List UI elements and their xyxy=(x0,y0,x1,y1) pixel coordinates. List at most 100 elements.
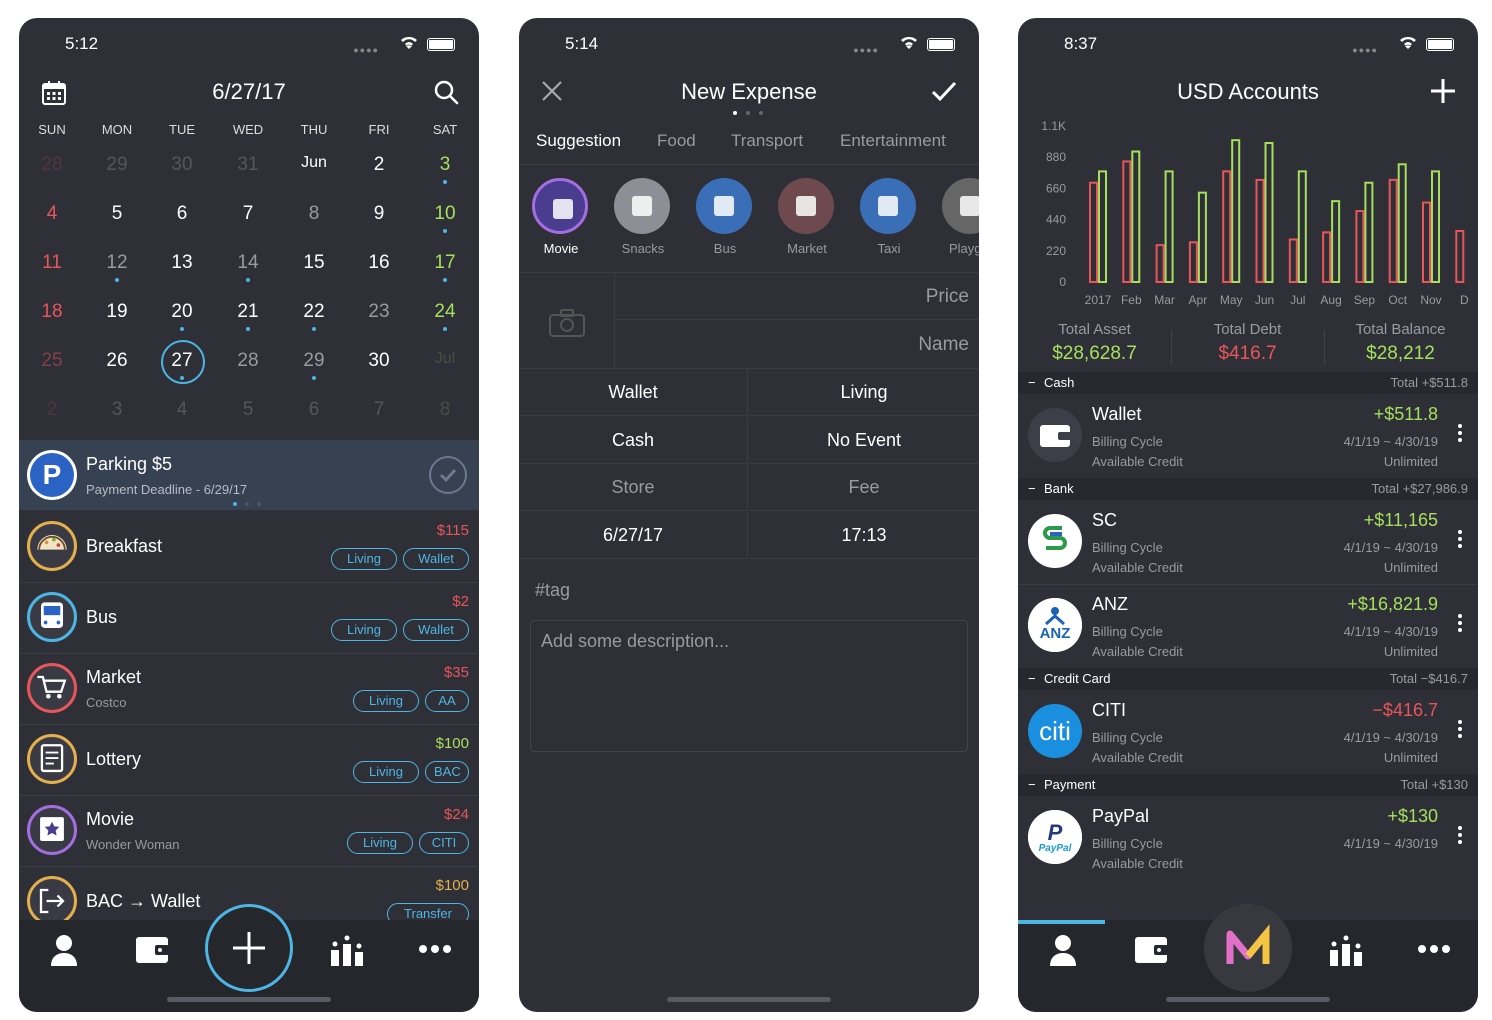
kebab-menu-icon[interactable] xyxy=(1458,614,1462,635)
field-cell[interactable]: Store xyxy=(519,464,748,511)
description-input[interactable]: Add some description... xyxy=(530,620,968,752)
bar-asset[interactable] xyxy=(1264,142,1274,283)
account-row[interactable]: Wallet Billing Cycle Available Credit +$511… xyxy=(1018,394,1478,478)
bar-asset[interactable] xyxy=(1331,200,1341,283)
calendar-day[interactable]: 23 xyxy=(349,301,409,323)
calendar-day[interactable]: 16 xyxy=(349,252,409,274)
bar-asset[interactable] xyxy=(1164,170,1174,283)
section-header-credit-card[interactable]: − Credit Card Total −$416.7 xyxy=(1018,668,1478,690)
calendar-day[interactable]: 22 xyxy=(284,301,344,323)
tab-suggestion[interactable]: Suggestion xyxy=(536,131,621,151)
profile-icon[interactable] xyxy=(49,934,79,966)
calendar-day[interactable]: 2 xyxy=(22,399,82,421)
transaction-row[interactable]: Breakfast $115 Wallet Living xyxy=(19,512,479,582)
more-icon[interactable] xyxy=(419,944,451,954)
transaction-row[interactable]: Bus $2 Wallet Living xyxy=(19,583,479,653)
calendar-day[interactable]: 26 xyxy=(87,350,147,372)
calendar-day[interactable]: 29 xyxy=(87,154,147,176)
category-snacks[interactable]: Snacks xyxy=(614,178,672,268)
stats-icon[interactable] xyxy=(1330,934,1362,966)
bar-debt[interactable] xyxy=(1288,238,1298,283)
calendar-day[interactable]: 18 xyxy=(22,301,82,323)
price-input[interactable]: Price xyxy=(616,273,979,320)
bar-debt[interactable] xyxy=(1122,160,1132,283)
stats-icon[interactable] xyxy=(331,934,363,966)
tag-badge[interactable]: Living xyxy=(347,832,413,854)
tab-food[interactable]: Food xyxy=(657,131,696,151)
wallet-icon[interactable] xyxy=(1134,934,1168,964)
tag-badge[interactable]: Wallet xyxy=(403,619,469,641)
account-row[interactable]: SC Billing Cycle Available Credit +$11,165 4… xyxy=(1018,500,1478,584)
search-icon[interactable] xyxy=(433,79,459,105)
tab-transport[interactable]: Transport xyxy=(731,131,803,151)
section-header-cash[interactable]: − Cash Total +$511.8 xyxy=(1018,372,1478,394)
kebab-menu-icon[interactable] xyxy=(1458,424,1462,445)
camera-button[interactable] xyxy=(519,273,615,369)
calendar-day[interactable]: 21 xyxy=(218,301,278,323)
category-market[interactable]: Market xyxy=(778,178,836,268)
bar-debt[interactable] xyxy=(1355,210,1365,283)
tag-badge[interactable]: Living xyxy=(353,690,419,712)
transaction-row[interactable]: Lottery $100 BAC Living xyxy=(19,725,479,795)
calendar-day[interactable]: 15 xyxy=(284,252,344,274)
calendar-day[interactable]: 14 xyxy=(218,252,278,274)
bar-debt[interactable] xyxy=(1422,201,1431,283)
name-input[interactable]: Name xyxy=(616,321,979,368)
bar-debt[interactable] xyxy=(1255,178,1265,283)
calendar-title[interactable]: 6/27/17 xyxy=(19,79,479,105)
calendar-day[interactable]: 25 xyxy=(22,350,82,372)
category-taxi[interactable]: Taxi xyxy=(860,178,918,268)
field-cell[interactable]: Fee xyxy=(749,464,979,511)
calendar-day[interactable]: 4 xyxy=(22,203,82,225)
tag-input[interactable]: #tag xyxy=(535,580,570,601)
field-cell[interactable]: Cash xyxy=(519,416,748,464)
calendar-day[interactable]: 12 xyxy=(87,252,147,274)
tab-entertainment[interactable]: Entertainment xyxy=(840,131,946,151)
kebab-menu-icon[interactable] xyxy=(1458,826,1462,847)
calendar-day[interactable]: 19 xyxy=(87,301,147,323)
calendar-day[interactable]: 30 xyxy=(349,350,409,372)
bar-asset[interactable] xyxy=(1197,191,1207,283)
calendar-day[interactable]: 6 xyxy=(152,203,212,225)
calendar-day[interactable]: 4 xyxy=(152,399,212,421)
calendar-day[interactable]: 24 xyxy=(415,301,475,323)
tag-badge[interactable]: Living xyxy=(331,619,397,641)
add-button[interactable] xyxy=(205,904,293,992)
category-bus[interactable]: Bus xyxy=(696,178,754,268)
account-row[interactable]: ANZ ANZ Billing Cycle Available Credit +$16,… xyxy=(1018,584,1478,668)
bar-debt[interactable] xyxy=(1322,231,1332,284)
field-cell[interactable]: 17:13 xyxy=(749,512,979,559)
calendar-day[interactable]: 20 xyxy=(152,301,212,323)
calendar-day[interactable]: 8 xyxy=(415,399,475,421)
calendar-day[interactable]: 8 xyxy=(284,203,344,225)
bar-asset[interactable] xyxy=(1364,181,1374,283)
calendar-day[interactable]: 10 xyxy=(415,203,475,225)
bar-asset[interactable] xyxy=(1098,170,1107,283)
bar-asset[interactable] xyxy=(1131,150,1141,284)
bar-debt[interactable] xyxy=(1388,178,1398,283)
bar-asset[interactable] xyxy=(1231,139,1241,283)
kebab-menu-icon[interactable] xyxy=(1458,530,1462,551)
calendar-day[interactable]: 29 xyxy=(284,350,344,372)
tag-badge[interactable]: AA xyxy=(425,690,469,712)
calendar-day[interactable]: 7 xyxy=(349,399,409,421)
calendar-day[interactable]: 9 xyxy=(349,203,409,225)
profile-icon[interactable] xyxy=(1048,934,1078,966)
more-icon[interactable] xyxy=(1418,944,1450,954)
calendar-day[interactable]: 3 xyxy=(87,399,147,421)
check-icon[interactable] xyxy=(429,456,467,494)
tag-badge[interactable]: Living xyxy=(331,548,397,570)
add-account-icon[interactable] xyxy=(1430,78,1456,104)
bar-debt[interactable] xyxy=(1455,229,1465,284)
field-cell[interactable]: No Event xyxy=(749,417,979,464)
calendar-day[interactable]: Jun xyxy=(284,154,344,172)
calendar-day[interactable]: 6 xyxy=(284,399,344,421)
category-movie[interactable]: Movie xyxy=(532,178,590,268)
calendar-day[interactable]: 28 xyxy=(22,154,82,176)
transaction-row[interactable]: Market Costco $35 AA Living xyxy=(19,654,479,724)
calendar-day[interactable]: 17 xyxy=(415,252,475,274)
calendar-day[interactable]: 5 xyxy=(218,399,278,421)
field-cell[interactable]: Wallet xyxy=(519,369,748,416)
calendar-day[interactable]: Jul xyxy=(415,350,475,368)
confirm-check-icon[interactable] xyxy=(931,80,957,102)
